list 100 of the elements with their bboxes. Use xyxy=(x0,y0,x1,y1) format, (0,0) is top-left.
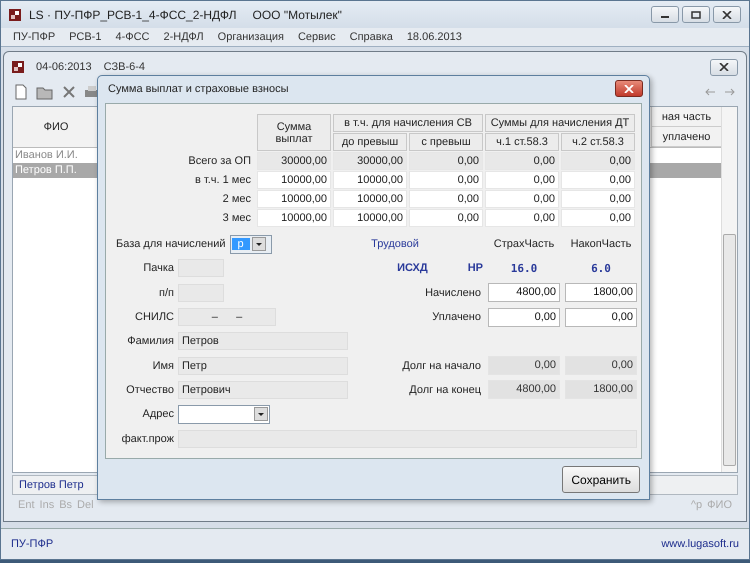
table-cell: 0,00 xyxy=(561,171,635,189)
document-subtitle: СЗВ-6-4 xyxy=(104,61,146,73)
amount-field: 0,00 xyxy=(488,356,560,376)
field-label: Долг на начало xyxy=(401,360,482,372)
column-header: СтрахЧасть xyxy=(492,238,556,250)
arrow-left-icon[interactable] xyxy=(704,87,716,97)
table-cell: 0,00 xyxy=(409,190,483,208)
key-hint: ^p xyxy=(690,499,702,511)
field-label: факт.прож xyxy=(120,432,174,445)
row-label: Всего за ОП xyxy=(187,154,252,169)
save-button[interactable]: Сохранить xyxy=(562,466,640,493)
key-hint: ФИО xyxy=(707,499,732,511)
key-hint: Ent xyxy=(18,499,35,511)
caret-icon xyxy=(254,407,268,422)
organization-name: ООО "Мотылек" xyxy=(252,8,342,22)
row-label: 3 мес xyxy=(222,211,252,226)
field-label: Пачка xyxy=(142,262,174,274)
table-cell: 0,00 xyxy=(485,209,559,227)
menu-item[interactable]: ПУ-ПФР xyxy=(13,31,56,43)
menu-item[interactable]: 2-НДФЛ xyxy=(163,31,204,43)
rate-value: 6.0 xyxy=(590,262,612,275)
amount-field: 1800,00 xyxy=(565,380,637,400)
row-label: 2 мес xyxy=(222,192,252,207)
key-hint: Del xyxy=(77,499,94,511)
field-label: Отчество xyxy=(125,384,174,396)
dialog-title: Сумма выплат и страховые взносы xyxy=(108,82,288,94)
column-group-header: в т.ч. для начисления СВ xyxy=(333,114,483,132)
field-label: Уплачено xyxy=(431,311,482,324)
amount-field[interactable]: 4800,00 xyxy=(488,283,560,302)
table-cell: 0,00 xyxy=(409,209,483,227)
table-cell: 0,00 xyxy=(561,190,635,208)
scroll-thumb[interactable] xyxy=(723,234,736,466)
column-header: Сумма выплат xyxy=(257,114,331,151)
delete-icon[interactable] xyxy=(62,84,76,100)
table-cell: 10000,00 xyxy=(257,190,331,208)
code-label: НР xyxy=(468,262,483,274)
table-cell: Петров П.П. xyxy=(15,164,77,176)
table-cell: 0,00 xyxy=(409,171,483,189)
menu-item[interactable]: Справка xyxy=(350,31,393,43)
menu-item[interactable]: РСВ-1 xyxy=(69,31,102,43)
table-cell: 30000,00 xyxy=(333,152,407,170)
table-cell: 0,00 xyxy=(409,152,483,170)
caret-icon xyxy=(252,237,266,252)
address-dropdown[interactable] xyxy=(178,404,270,424)
input-field[interactable]: – – xyxy=(178,308,276,326)
table-cell: 0,00 xyxy=(485,152,559,170)
input-field[interactable]: Петр xyxy=(178,356,348,375)
table-cell: 0,00 xyxy=(485,171,559,189)
menu-item[interactable]: 4-ФСС xyxy=(115,31,150,43)
table-cell: 0,00 xyxy=(561,209,635,227)
key-hint: Bs xyxy=(59,499,72,511)
close-button[interactable] xyxy=(615,80,643,97)
status-text: ПУ-ПФР xyxy=(11,538,54,550)
column-header: ч.2 ст.58.3 xyxy=(561,133,635,151)
code-label: ИСХД xyxy=(397,262,428,274)
scrollbar[interactable] xyxy=(721,107,737,472)
menu-item[interactable]: Организация xyxy=(218,31,284,43)
table-cell: 10000,00 xyxy=(257,171,331,189)
input-field[interactable]: Петров xyxy=(178,332,348,350)
field-label: База для начислений xyxy=(116,238,226,250)
column-group-header: Суммы для начисления ДТ xyxy=(485,114,635,132)
menu-item[interactable]: Сервис xyxy=(298,31,336,43)
app-icon xyxy=(9,8,21,20)
maximize-button[interactable] xyxy=(682,6,710,23)
close-button[interactable] xyxy=(710,58,738,76)
document-title: 04-06:2013 xyxy=(36,61,92,73)
table-cell: 30000,00 xyxy=(257,152,331,170)
key-hint: Ins xyxy=(40,499,54,511)
input-field[interactable]: Петрович xyxy=(178,380,348,399)
website-link[interactable]: www.lugasoft.ru xyxy=(661,538,739,550)
menu-date: 18.06.2013 xyxy=(406,31,462,43)
footer-text: Петров Петр xyxy=(19,479,84,491)
rate-value: 16.0 xyxy=(510,262,538,275)
table-cell: 0,00 xyxy=(561,152,635,170)
document-icon xyxy=(12,61,24,73)
column-header: НакопЧасть xyxy=(570,238,632,250)
close-icon xyxy=(624,84,634,92)
field-label: Фамилия xyxy=(126,335,174,348)
field-label: СНИЛС xyxy=(134,311,174,324)
amount-field[interactable]: 1800,00 xyxy=(565,283,637,302)
field-label: Долг на конец xyxy=(408,384,482,396)
field-label: п/п xyxy=(158,286,174,299)
table-cell: 10000,00 xyxy=(333,209,407,227)
amount-field[interactable]: 0,00 xyxy=(488,308,560,327)
field-label: Начислено xyxy=(424,286,482,299)
amount-field: 4800,00 xyxy=(488,380,560,400)
maximize-icon xyxy=(691,10,701,18)
close-icon xyxy=(722,10,732,18)
close-button[interactable] xyxy=(713,6,741,23)
table-cell: 0,00 xyxy=(485,190,559,208)
new-document-icon[interactable] xyxy=(14,84,28,100)
field-label: Имя xyxy=(152,360,174,372)
row-label: в т.ч. 1 мес xyxy=(194,173,252,188)
amount-field[interactable]: 0,00 xyxy=(565,308,637,327)
column-header: с превыш xyxy=(409,133,483,151)
minimize-button[interactable] xyxy=(651,6,679,23)
table-cell: 10000,00 xyxy=(257,209,331,227)
arrow-right-icon[interactable] xyxy=(724,87,736,97)
table-cell: 10000,00 xyxy=(333,171,407,189)
close-icon xyxy=(719,63,729,71)
